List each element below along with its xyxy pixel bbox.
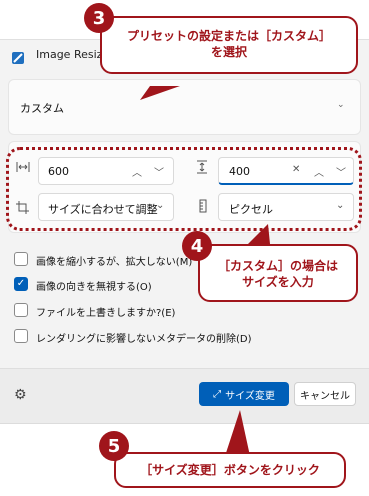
resize-icon: ⤢ <box>213 388 222 400</box>
callout-step5: ［サイズ変更］ボタンをクリック <box>114 452 346 488</box>
preset-dropdown-value[interactable]: カスタム <box>20 100 64 116</box>
callout-step4: ［カスタム］の場合は サイズを入力 <box>198 244 358 302</box>
cancel-button-label: キャンセル <box>300 390 350 402</box>
ignore-orientation-checkbox[interactable]: ✓ <box>14 277 28 291</box>
step-badge-4: 4 <box>182 231 212 261</box>
remove-metadata-label: レンダリングに影響しないメタデータの削除(D) <box>36 334 252 345</box>
callout-step5-text: ［サイズ変更］ボタンをクリック <box>140 463 320 477</box>
resize-button-label: サイズ変更 <box>225 390 275 402</box>
app-icon <box>12 49 24 64</box>
callout-step4-line1: ［カスタム］の場合は <box>217 259 338 273</box>
overwrite-files-label: ファイルを上書きしますか?(E) <box>36 308 176 319</box>
gear-icon[interactable]: ⚙ <box>14 387 27 403</box>
callout-step3-line2: を選択 <box>210 45 247 59</box>
remove-metadata-checkbox[interactable] <box>14 329 28 343</box>
step-badge-3: 3 <box>84 3 114 33</box>
resize-button[interactable]: ⤢ サイズ変更 <box>199 382 289 406</box>
shrink-only-label: 画像を縮小するが、拡大しない(M) <box>36 257 193 268</box>
shrink-only-checkbox[interactable] <box>14 252 28 266</box>
callout-step3-line1: プリセットの設定または［カスタム］ <box>126 29 331 43</box>
overwrite-files-checkbox[interactable] <box>14 303 28 317</box>
size-input-highlight <box>6 147 362 231</box>
callout-step3: プリセットの設定または［カスタム］ を選択 <box>100 16 358 74</box>
step-badge-5: 5 <box>99 431 129 461</box>
cancel-button[interactable]: キャンセル <box>294 382 356 406</box>
chevron-down-icon[interactable]: ⌄ <box>337 100 345 110</box>
ignore-orientation-label: 画像の向きを無視する(O) <box>36 282 152 293</box>
callout-step4-line2: サイズを入力 <box>242 275 314 289</box>
